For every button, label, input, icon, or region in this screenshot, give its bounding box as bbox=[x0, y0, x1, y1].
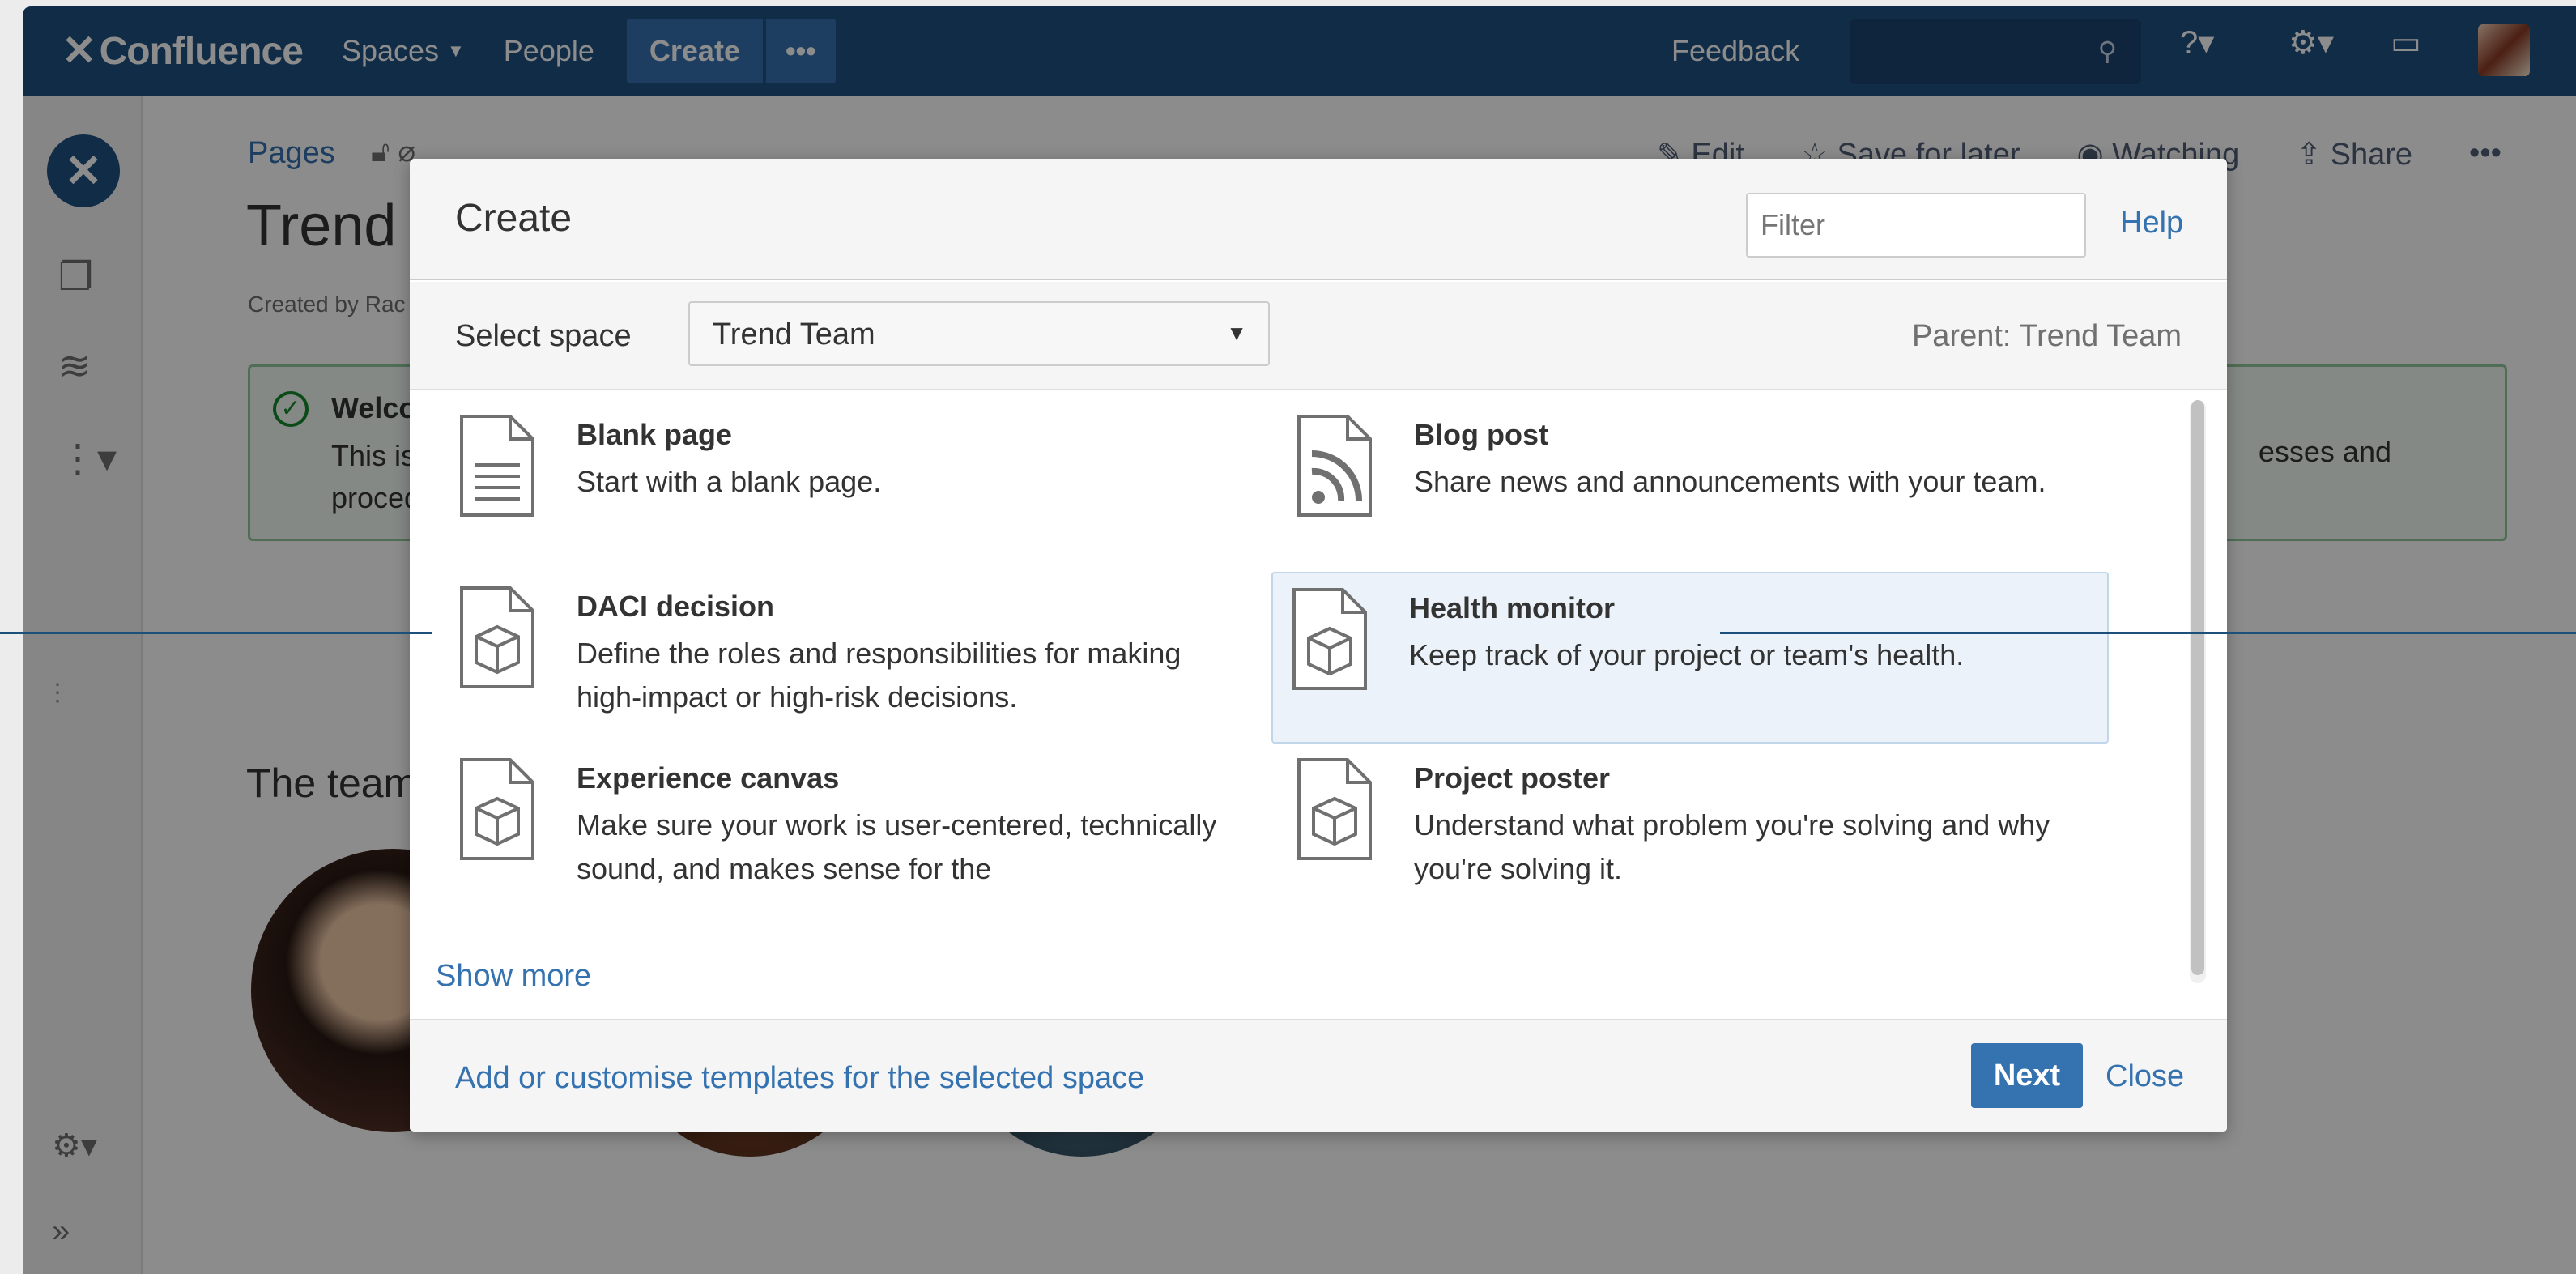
template-project-poster[interactable]: Project poster Understand what problem y… bbox=[1278, 744, 2115, 915]
rss-icon bbox=[1297, 415, 1372, 517]
dialog-title: Create bbox=[455, 197, 573, 240]
select-space-label: Select space bbox=[455, 319, 632, 353]
box-icon bbox=[1297, 758, 1372, 860]
template-blank-page[interactable]: Blank page Start with a blank page. bbox=[441, 400, 1278, 572]
next-button[interactable]: Next bbox=[1971, 1043, 2083, 1108]
template-name: Project poster bbox=[1414, 761, 1611, 795]
template-name: Blog post bbox=[1414, 418, 1548, 451]
template-description: Keep track of your project or team's hea… bbox=[1409, 638, 1965, 671]
box-icon bbox=[460, 586, 534, 688]
create-dialog: Create Help Select space Trend Team ▼ Pa… bbox=[410, 159, 2227, 1132]
template-name: Experience canvas bbox=[577, 761, 840, 795]
dialog-header: Create Help bbox=[410, 159, 2227, 280]
callout-line bbox=[0, 632, 432, 634]
space-select[interactable]: Trend Team ▼ bbox=[688, 301, 1270, 366]
template-scrollbar[interactable] bbox=[2190, 400, 2206, 983]
blank-page-icon bbox=[460, 415, 534, 517]
template-health-monitor[interactable]: Health monitor Keep track of your projec… bbox=[1271, 572, 2109, 744]
template-experience-canvas[interactable]: Experience canvas Make sure your work is… bbox=[441, 744, 1278, 915]
selected-space-value: Trend Team bbox=[713, 317, 875, 352]
template-description: Start with a blank page. bbox=[577, 465, 882, 498]
help-link[interactable]: Help bbox=[2120, 206, 2183, 241]
template-daci-decision[interactable]: DACI decision Define the roles and respo… bbox=[441, 572, 1278, 744]
parent-page-label: Parent: Trend Team bbox=[1911, 319, 2182, 353]
template-name: Blank page bbox=[577, 418, 733, 451]
space-selector-row: Select space Trend Team ▼ Parent: Trend … bbox=[410, 282, 2227, 390]
template-description: Define the roles and responsibilities fo… bbox=[577, 637, 1182, 714]
customise-templates-link[interactable]: Add or customise templates for the selec… bbox=[455, 1061, 1144, 1096]
template-name: DACI decision bbox=[577, 590, 775, 623]
close-button[interactable]: Close bbox=[2106, 1059, 2184, 1094]
scrollbar-thumb[interactable] bbox=[2191, 400, 2204, 975]
dialog-footer: Add or customise templates for the selec… bbox=[410, 1019, 2227, 1132]
chevron-down-icon: ▼ bbox=[1226, 321, 1247, 345]
template-list: Blank page Start with a blank page. Blog… bbox=[410, 392, 2227, 1017]
template-name: Health monitor bbox=[1409, 591, 1616, 624]
filter-input[interactable] bbox=[1746, 193, 2086, 258]
template-blog-post[interactable]: Blog post Share news and announcements w… bbox=[1278, 400, 2115, 572]
template-description: Share news and announcements with your t… bbox=[1414, 465, 2046, 498]
box-icon bbox=[460, 758, 534, 860]
template-description: Understand what problem you're solving a… bbox=[1414, 808, 2050, 885]
template-description: Make sure your work is user-centered, te… bbox=[577, 808, 1217, 885]
box-icon bbox=[1292, 588, 1367, 690]
callout-line bbox=[1720, 632, 2576, 634]
show-more-link[interactable]: Show more bbox=[436, 959, 591, 994]
